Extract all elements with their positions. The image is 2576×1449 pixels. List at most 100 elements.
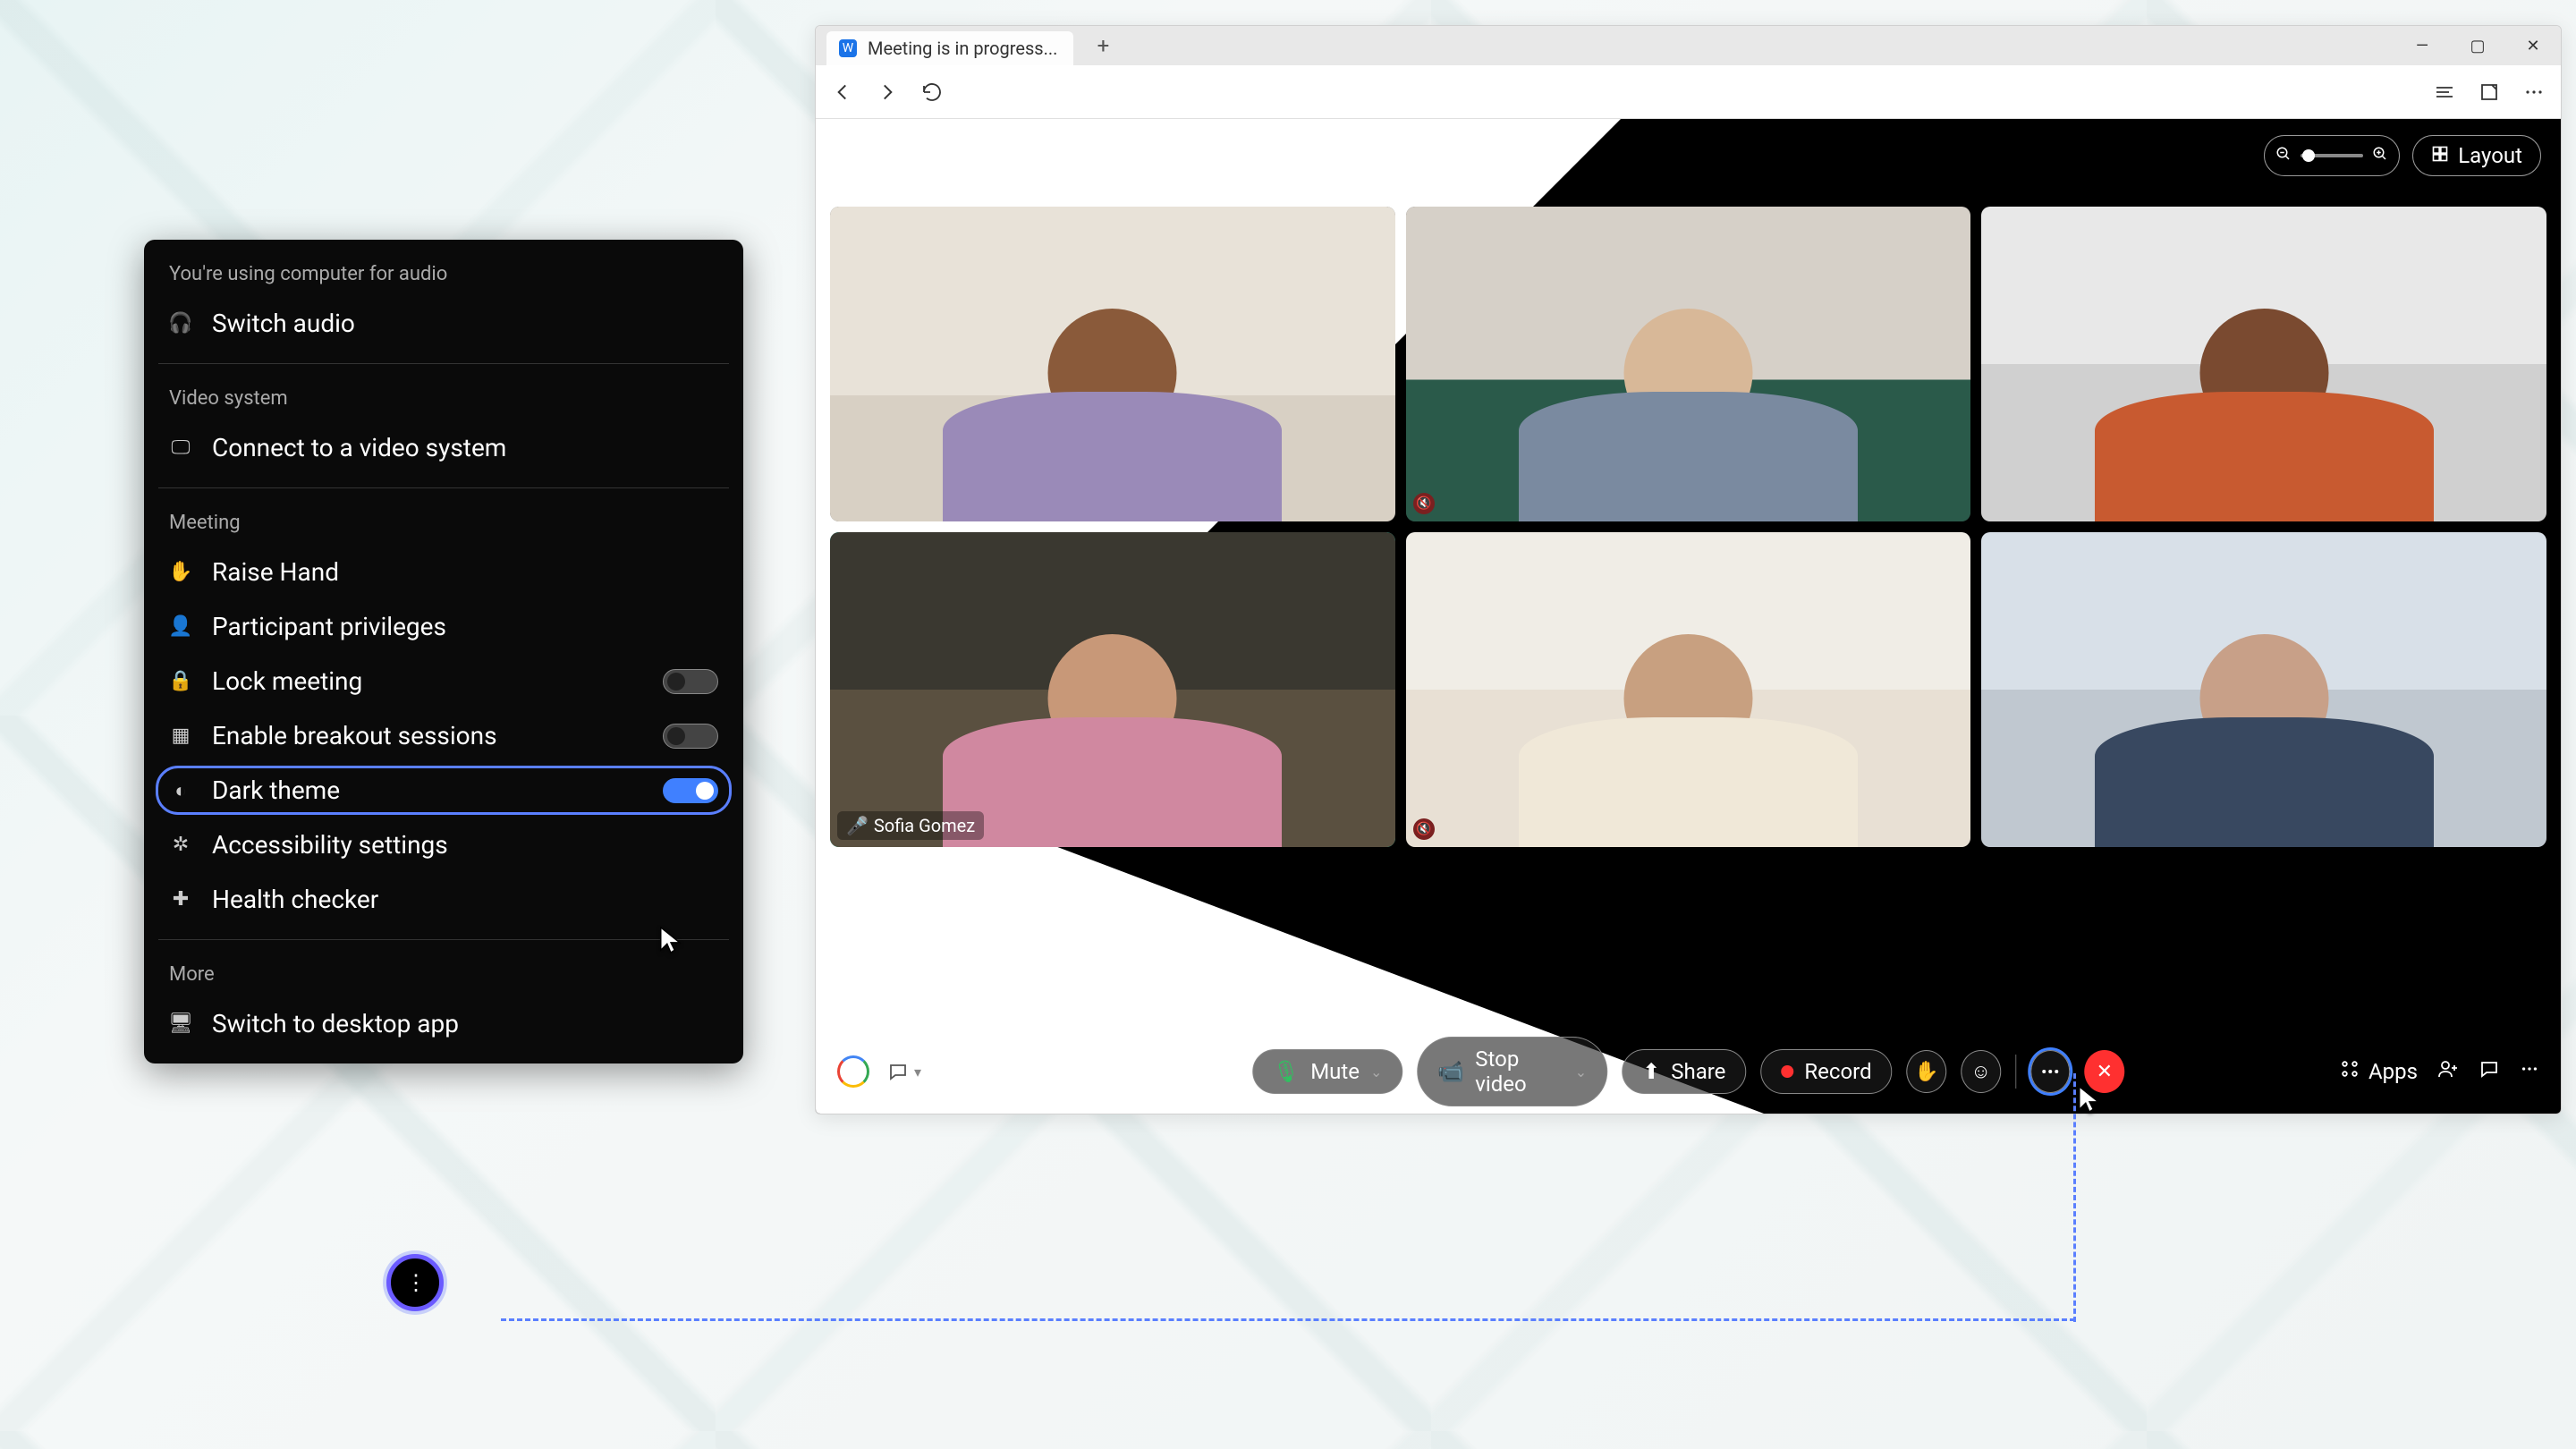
record-icon (1781, 1065, 1793, 1078)
webex-favicon-icon: W (839, 39, 857, 57)
participant-privileges-label: Participant privileges (212, 612, 446, 641)
video-grid: 🔇 🎤 Sofia Gomez 🔇 (830, 207, 2546, 847)
grid-icon: ▦ (169, 724, 192, 747)
forward-button[interactable] (875, 80, 900, 105)
browser-titlebar: W Meeting is in progress... + — ▢ ✕ (816, 26, 2561, 65)
browser-more-icon[interactable] (2521, 80, 2546, 105)
stop-video-label: Stop video (1475, 1046, 1563, 1097)
reactions-button[interactable]: ☺ (1961, 1050, 2001, 1093)
close-window-button[interactable]: ✕ (2505, 26, 2561, 65)
layout-button[interactable]: Layout (2412, 135, 2541, 176)
accessibility-item[interactable]: ✲ Accessibility settings (144, 818, 743, 872)
connect-video-label: Connect to a video system (212, 433, 506, 462)
health-checker-label: Health checker (212, 885, 378, 914)
mute-button[interactable]: 🎙 Mute ⌄ (1252, 1049, 1403, 1094)
meeting-section-label: Meeting (144, 501, 743, 545)
health-checker-item[interactable]: ✚ Health checker (144, 872, 743, 927)
headset-icon: 🎧 (169, 312, 192, 335)
end-call-button[interactable]: ✕ (2085, 1050, 2125, 1093)
layout-label: Layout (2458, 143, 2522, 168)
participant-name: Sofia Gomez (874, 815, 975, 836)
participant-tile[interactable] (1981, 207, 2546, 521)
theme-icon: ◐ (169, 779, 192, 802)
zoom-control[interactable] (2264, 135, 2400, 176)
mute-label: Mute (1310, 1059, 1360, 1084)
apps-button[interactable]: Apps (2340, 1059, 2418, 1084)
breakout-sessions-item[interactable]: ▦ Enable breakout sessions (144, 708, 743, 763)
minimize-button[interactable]: — (2394, 26, 2450, 65)
participants-icon[interactable] (2437, 1058, 2459, 1085)
audio-section-label: You're using computer for audio (144, 252, 743, 296)
apps-label: Apps (2368, 1059, 2418, 1084)
hand-icon: ✋ (169, 561, 192, 583)
stop-video-button[interactable]: 📹 Stop video ⌄ (1417, 1037, 1607, 1106)
chevron-down-icon[interactable]: ⌄ (1575, 1063, 1587, 1080)
connect-video-item[interactable]: 🖵 Connect to a video system (144, 420, 743, 475)
lock-meeting-toggle[interactable] (663, 669, 718, 694)
apps-icon (2340, 1059, 2360, 1084)
meeting-area: Layout 🔇 🎤 Sofia Gomez (816, 119, 2561, 1114)
desktop-icon: 🖥 (169, 1013, 192, 1035)
muted-icon: 🔇 (1413, 818, 1435, 840)
callout-more-icon: ⋮ (386, 1254, 444, 1311)
breakout-toggle[interactable] (663, 724, 718, 749)
switch-audio-label: Switch audio (212, 309, 355, 338)
participant-tile[interactable] (830, 207, 1395, 521)
accessibility-icon: ✲ (169, 834, 192, 856)
breakout-label: Enable breakout sessions (212, 721, 497, 750)
browser-window: W Meeting is in progress... + — ▢ ✕ (815, 25, 2562, 1114)
mic-icon: 🎤 (846, 815, 869, 836)
share-label: Share (1671, 1059, 1725, 1084)
dark-theme-item[interactable]: ◐ Dark theme (153, 763, 734, 818)
more-options-button[interactable] (2030, 1050, 2071, 1093)
dark-theme-label: Dark theme (212, 775, 340, 805)
edit-icon[interactable] (2477, 80, 2502, 105)
accessibility-label: Accessibility settings (212, 830, 448, 860)
callout-line (501, 1318, 2075, 1321)
raise-hand-item[interactable]: ✋ Raise Hand (144, 545, 743, 599)
new-tab-button[interactable]: + (1089, 32, 1116, 59)
desktop-app-item[interactable]: 🖥 Switch to desktop app (144, 996, 743, 1051)
muted-icon: 🔇 (1413, 493, 1435, 514)
lock-meeting-label: Lock meeting (212, 666, 362, 696)
refresh-button[interactable] (919, 80, 945, 105)
lock-meeting-item[interactable]: 🔒 Lock meeting (144, 654, 743, 708)
participant-tile[interactable]: 🔇 (1406, 207, 1971, 521)
dark-theme-toggle[interactable] (663, 778, 718, 803)
raise-hand-label: Raise Hand (212, 557, 339, 587)
share-button[interactable]: ⬆ Share (1622, 1049, 1746, 1094)
record-label: Record (1804, 1059, 1871, 1084)
chat-panel-icon[interactable] (2479, 1058, 2500, 1085)
zoom-slider[interactable] (2301, 154, 2363, 157)
zoom-in-icon[interactable] (2372, 146, 2388, 165)
participant-tile-active[interactable]: 🎤 Sofia Gomez (830, 532, 1395, 847)
chevron-down-icon[interactable]: ⌄ (1370, 1063, 1382, 1080)
browser-toolbar (816, 65, 2561, 119)
zoom-out-icon[interactable] (2275, 146, 2292, 165)
meeting-control-bar: ▾ 🎙 Mute ⌄ 📹 Stop video ⌄ ⬆ Share (816, 1030, 2561, 1114)
maximize-button[interactable]: ▢ (2450, 26, 2505, 65)
switch-audio-item[interactable]: 🎧 Switch audio (144, 296, 743, 351)
more-options-menu: You're using computer for audio 🎧 Switch… (144, 240, 743, 1063)
chat-button[interactable]: ▾ (882, 1061, 927, 1082)
grid-icon (2431, 143, 2449, 168)
webex-logo-icon[interactable] (837, 1055, 869, 1088)
participant-privileges-item[interactable]: 👤 Participant privileges (144, 599, 743, 654)
browser-tab[interactable]: W Meeting is in progress... (826, 31, 1073, 65)
more-panels-icon[interactable] (2520, 1059, 2539, 1084)
record-button[interactable]: Record (1760, 1049, 1892, 1094)
menu-lines-icon[interactable] (2432, 80, 2457, 105)
raise-hand-button[interactable]: ✋ (1907, 1050, 1947, 1093)
microphone-icon: 🎙 (1273, 1059, 1300, 1084)
video-section-label: Video system (144, 377, 743, 420)
lock-icon: 🔒 (169, 670, 192, 692)
tv-icon: 🖵 (169, 436, 192, 459)
back-button[interactable] (830, 80, 855, 105)
window-controls: — ▢ ✕ (2394, 26, 2561, 65)
participant-tile[interactable]: 🔇 (1406, 532, 1971, 847)
desktop-app-label: Switch to desktop app (212, 1009, 459, 1038)
participant-tile[interactable] (1981, 532, 2546, 847)
more-section-label: More (144, 953, 743, 996)
video-icon: 📹 (1437, 1059, 1464, 1084)
meeting-top-controls: Layout (2264, 135, 2541, 176)
